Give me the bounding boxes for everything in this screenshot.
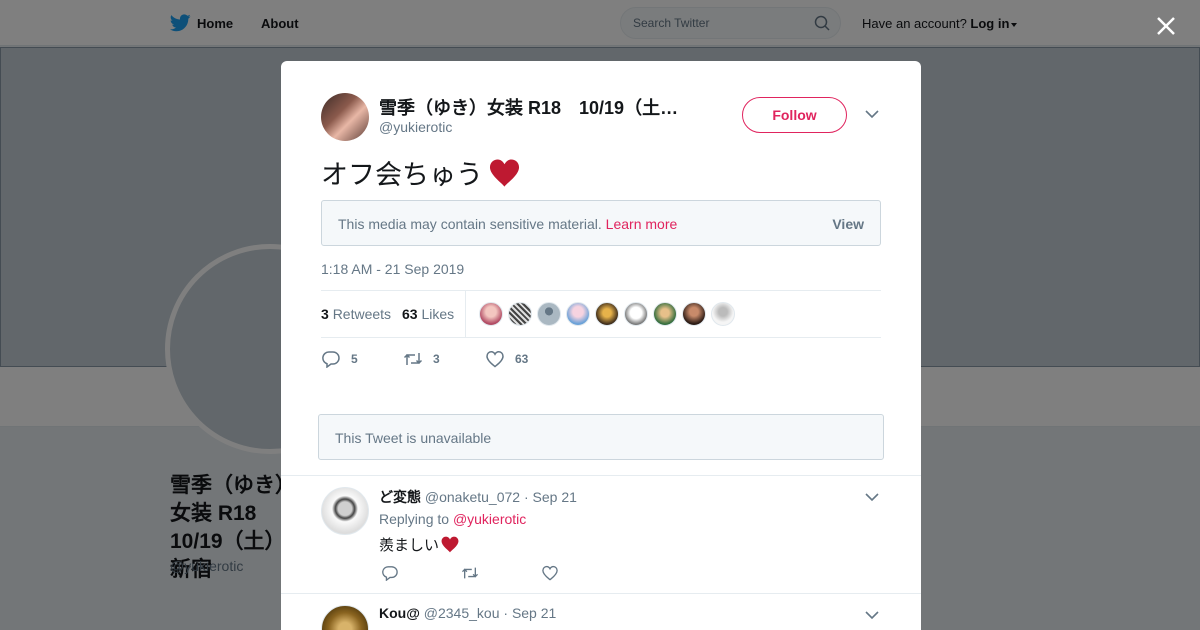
retweet-stat-label: Retweets [332, 306, 392, 322]
tweet-actions: 5 3 63 [321, 349, 528, 369]
retweet-button[interactable]: 3 [403, 350, 485, 368]
author-handle[interactable]: @yukierotic [379, 119, 452, 135]
author-name[interactable]: 雪季（ゆき）女装 R18 10/19（土）新宿 [379, 94, 684, 120]
stats-divider [465, 291, 466, 338]
reply-date[interactable]: Sep 21 [533, 489, 577, 505]
reply-icon [322, 351, 340, 368]
reply-text-content: 羨ましい [379, 537, 440, 554]
tweet-timestamp[interactable]: 1:18 AM - 21 Sep 2019 [321, 261, 464, 277]
follow-button[interactable]: Follow [742, 97, 847, 133]
liker-avatar[interactable] [479, 302, 503, 326]
like-stat-count: 63 [402, 306, 418, 322]
replying-to-handle[interactable]: @yukierotic [453, 511, 526, 527]
learn-more-link[interactable]: Learn more [606, 216, 678, 232]
liker-avatar[interactable] [566, 302, 590, 326]
reply-author-handle[interactable]: @2345_kou [424, 605, 500, 621]
reply-button[interactable]: 5 [321, 350, 403, 368]
replying-prefix: Replying to [379, 511, 450, 527]
chevron-down-icon[interactable] [865, 610, 879, 620]
retweet-stat[interactable]: 3 Retweets [321, 306, 391, 322]
reply-author-name[interactable]: Kou@ [379, 605, 420, 621]
like-stat[interactable]: 63 Likes [402, 306, 454, 322]
reply-date[interactable]: Sep 21 [512, 605, 556, 621]
retweet-stat-count: 3 [321, 306, 329, 322]
red-heart-emoji-icon [489, 158, 520, 187]
replying-to: Replying to @yukierotic [379, 511, 526, 527]
heart-icon [486, 351, 504, 368]
liker-avatar[interactable] [595, 302, 619, 326]
reply-tweet[interactable]: ど変態 @onaketu_072 · Sep 21 Replying to @y… [281, 475, 921, 593]
retweet-count: 3 [433, 352, 440, 366]
retweet-icon [403, 353, 423, 365]
reply-author-handle[interactable]: @onaketu_072 [425, 489, 520, 505]
unavailable-tweet-notice: This Tweet is unavailable [318, 414, 884, 460]
sensitive-media-notice: This media may contain sensitive materia… [321, 200, 881, 246]
reply-text: 羨ましい [379, 534, 459, 555]
liker-avatar[interactable] [624, 302, 648, 326]
reply-avatar[interactable] [321, 487, 369, 535]
reply-author-name[interactable]: ど変態 [379, 489, 421, 505]
liker-avatar[interactable] [508, 302, 532, 326]
chevron-down-icon[interactable] [865, 492, 879, 502]
reply-header: ど変態 @onaketu_072 · Sep 21 [379, 489, 577, 505]
reply-header: Kou@ @2345_kou · Sep 21 [379, 605, 557, 621]
author-avatar[interactable] [321, 93, 369, 141]
tweet-stats: 3 Retweets 63 Likes [321, 290, 881, 338]
liker-avatar[interactable] [653, 302, 677, 326]
liker-avatars [479, 302, 740, 326]
liker-avatar[interactable] [537, 302, 561, 326]
reply-actions [381, 565, 621, 581]
retweet-icon[interactable] [461, 565, 479, 581]
reply-avatar[interactable] [321, 605, 369, 630]
view-media-button[interactable]: View [832, 216, 864, 232]
reply-tweet[interactable]: Kou@ @2345_kou · Sep 21 [281, 593, 921, 630]
sensitive-message: This media may contain sensitive materia… [338, 216, 602, 232]
close-icon[interactable] [1152, 12, 1180, 40]
like-button[interactable]: 63 [485, 350, 528, 368]
sensitive-text: This media may contain sensitive materia… [338, 216, 677, 232]
like-stat-label: Likes [421, 306, 455, 322]
reply-icon[interactable] [381, 565, 399, 581]
tweet-modal: 雪季（ゆき）女装 R18 10/19（土）新宿 @yukierotic Foll… [281, 61, 921, 630]
reply-count: 5 [351, 352, 358, 366]
tweet-text-content: オフ会ちゅう [321, 160, 483, 190]
chevron-down-icon[interactable] [865, 109, 879, 119]
liker-avatar[interactable] [711, 302, 735, 326]
like-count: 63 [515, 352, 529, 366]
red-heart-emoji-icon [441, 536, 459, 553]
tweet-text: オフ会ちゅう [321, 153, 520, 192]
liker-avatar[interactable] [682, 302, 706, 326]
heart-icon[interactable] [541, 565, 559, 581]
